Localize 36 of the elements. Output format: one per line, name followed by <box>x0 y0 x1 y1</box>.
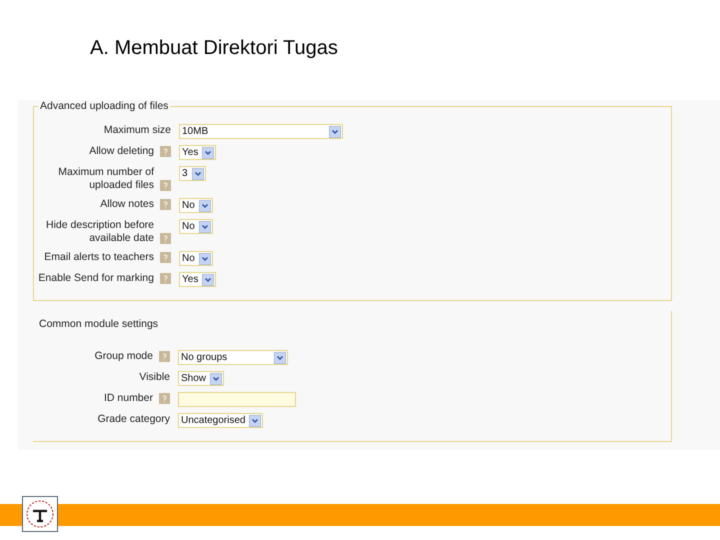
dropdown-caret-icon[interactable] <box>198 220 211 232</box>
dropdown[interactable]: Uncategorised <box>178 413 264 428</box>
field-label: Enable Send for marking <box>38 272 154 285</box>
field-label: Allow notes <box>100 198 154 211</box>
dropdown[interactable]: No <box>179 251 213 266</box>
field-label: Hide description before available date <box>45 219 154 245</box>
dropdown[interactable]: No <box>179 219 213 234</box>
section-legend: Common module settings <box>39 318 158 330</box>
dropdown-caret-icon[interactable] <box>198 200 211 212</box>
dropdown[interactable]: No <box>179 198 213 213</box>
slide-title: A. Membuat Direktori Tugas <box>90 36 339 60</box>
dropdown-caret-icon[interactable] <box>329 126 341 138</box>
field-label: ID number <box>104 392 153 405</box>
dropdown[interactable]: 3 <box>179 166 206 181</box>
logo-icon <box>22 496 58 532</box>
field-label: Visible <box>139 371 170 384</box>
field-label: Maximum size <box>104 124 171 137</box>
dropdown[interactable]: Yes <box>179 145 216 160</box>
dropdown-caret-icon[interactable] <box>202 146 214 158</box>
field-label: Allow deleting <box>89 145 154 158</box>
dropdown-caret-icon[interactable] <box>274 352 286 364</box>
field-label: Group mode <box>94 350 153 363</box>
dropdown[interactable]: 10MB <box>179 124 343 139</box>
dropdown[interactable]: Show <box>178 371 224 386</box>
dropdown-caret-icon[interactable] <box>210 372 222 384</box>
field-label: Maximum number of uploaded files <box>57 166 154 192</box>
dropdown-caret-icon[interactable] <box>192 168 204 180</box>
field-label: Grade category <box>98 413 170 426</box>
dropdown-caret-icon[interactable] <box>202 274 214 286</box>
dropdown-caret-icon[interactable] <box>249 414 262 426</box>
section-legend: Advanced uploading of files <box>38 100 170 113</box>
input-field[interactable] <box>178 392 296 407</box>
field-label: Email alerts to teachers <box>44 251 154 264</box>
dropdown[interactable]: Yes <box>179 272 216 287</box>
dropdown-caret-icon[interactable] <box>198 252 211 264</box>
dropdown[interactable]: No groups <box>178 350 288 365</box>
